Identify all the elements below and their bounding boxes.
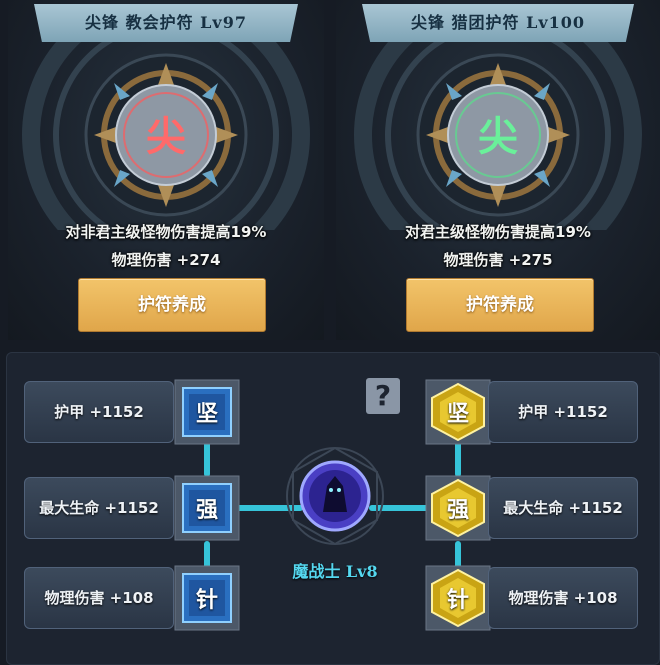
gem-glyph: 针 xyxy=(446,587,469,613)
class-label: 魔战士 Lv8 xyxy=(292,562,378,581)
right-bonus-physical-damage: 物理伤害 +108 xyxy=(488,567,638,629)
gem-glyph: 强 xyxy=(195,497,218,523)
left-bonus-physical-damage: 物理伤害 +108 xyxy=(24,567,174,629)
help-icon[interactable]: ? xyxy=(366,378,400,414)
blue-gem-zhen-icon[interactable]: 针 xyxy=(173,564,241,632)
gold-gem-qiang-icon[interactable]: 强 xyxy=(424,474,492,542)
right-bonus-max-hp: 最大生命 +1152 xyxy=(488,477,638,539)
class-portrait[interactable] xyxy=(285,440,385,550)
blue-gem-qiang-icon[interactable]: 强 xyxy=(173,474,241,542)
gem-glyph: 坚 xyxy=(195,401,218,427)
gold-gem-jian-icon[interactable]: 坚 xyxy=(424,378,492,446)
gem-glyph: 坚 xyxy=(446,401,469,427)
left-bonus-armor: 护甲 +1152 xyxy=(24,381,174,443)
gem-glyph: 强 xyxy=(446,497,469,523)
blue-gem-jian-icon[interactable]: 坚 xyxy=(173,378,241,446)
warrior-portrait-icon xyxy=(286,446,384,546)
gem-glyph: 针 xyxy=(195,587,218,613)
left-bonus-max-hp: 最大生命 +1152 xyxy=(24,477,174,539)
gold-gem-zhen-icon[interactable]: 针 xyxy=(424,564,492,632)
right-bonus-armor: 护甲 +1152 xyxy=(488,381,638,443)
